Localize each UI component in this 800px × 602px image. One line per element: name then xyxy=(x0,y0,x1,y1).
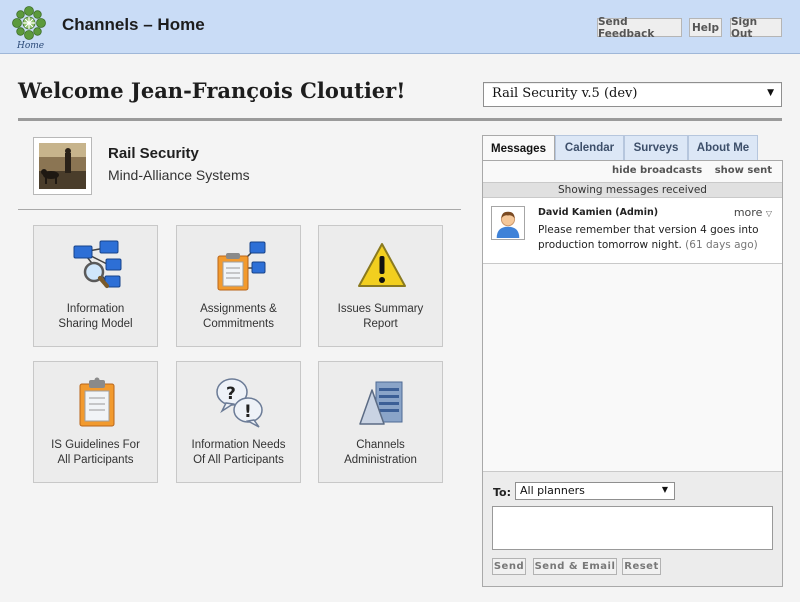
message-item[interactable]: David Kamien (Admin) more ▽ Please remem… xyxy=(483,198,782,264)
clipboard-icon xyxy=(79,377,115,427)
plan-thumbnail xyxy=(33,137,92,195)
welcome-heading: Welcome Jean-François Cloutier! xyxy=(18,78,406,103)
network-search-icon xyxy=(73,240,122,288)
tile-label: Of All Participants xyxy=(193,454,284,466)
tile-information-needs[interactable]: ? ! Information Needs Of All Participant… xyxy=(176,361,301,483)
tile-label: IS Guidelines For xyxy=(51,439,140,451)
tile-channels-administration[interactable]: Channels Administration xyxy=(318,361,443,483)
plan-organization: Mind-Alliance Systems xyxy=(108,167,250,183)
divider xyxy=(18,209,461,210)
messages-panel: hide broadcasts show sent Showing messag… xyxy=(482,160,783,587)
tile-label: All Participants xyxy=(57,454,134,466)
tile-label: Report xyxy=(363,318,398,330)
message-age: (61 days ago) xyxy=(685,239,758,251)
recipient-value: All planners xyxy=(520,484,585,497)
server-icon xyxy=(359,381,403,425)
messages-status: Showing messages received xyxy=(483,182,782,198)
page-title: Channels – Home xyxy=(62,15,205,34)
tile-label: Information Needs xyxy=(191,439,286,451)
plan-name: Rail Security xyxy=(108,145,199,162)
user-icon xyxy=(496,211,520,239)
tile-label: Channels xyxy=(356,439,405,451)
message-sender: David Kamien (Admin) xyxy=(538,207,659,218)
to-label: To: xyxy=(493,486,511,499)
home-label[interactable]: Home xyxy=(17,41,44,51)
tile-is-guidelines[interactable]: IS Guidelines For All Participants xyxy=(33,361,158,483)
more-label: more xyxy=(733,206,763,219)
avatar xyxy=(491,206,525,240)
svg-text:!: ! xyxy=(244,402,252,422)
plan-selector[interactable]: Rail Security v.5 (dev) ▼ xyxy=(483,82,782,107)
tile-label: Assignments & xyxy=(200,303,277,315)
svg-text:?: ? xyxy=(226,384,236,404)
tile-assignments-commitments[interactable]: Assignments & Commitments xyxy=(176,225,301,347)
tab-about-me[interactable]: About Me xyxy=(688,135,758,160)
assignments-icon xyxy=(217,241,266,291)
warning-icon xyxy=(358,243,406,287)
panel-links: hide broadcasts show sent xyxy=(603,165,772,176)
tab-messages[interactable]: Messages xyxy=(482,135,555,161)
send-email-button[interactable]: Send & Email xyxy=(533,558,617,575)
tile-label: Information xyxy=(66,303,125,315)
sign-out-button[interactable]: Sign Out xyxy=(730,16,782,40)
recipient-select[interactable]: All planners ▼ xyxy=(515,482,675,500)
plan-photo-icon xyxy=(39,143,86,189)
header-bar: Home Channels – Home Send Feedback Help … xyxy=(0,0,800,54)
tile-issues-summary-report[interactable]: Issues Summary Report xyxy=(318,225,443,347)
help-button[interactable]: Help xyxy=(689,18,722,37)
chevron-down-icon: ▽ xyxy=(765,209,772,218)
message-textarea[interactable] xyxy=(492,506,773,550)
reset-button[interactable]: Reset xyxy=(622,558,661,575)
tile-label: Issues Summary xyxy=(337,303,424,315)
tile-label: Sharing Model xyxy=(58,318,133,330)
tile-label: Commitments xyxy=(203,318,274,330)
show-sent-link[interactable]: show sent xyxy=(715,165,772,176)
hide-broadcasts-link[interactable]: hide broadcasts xyxy=(612,165,702,176)
tile-label: Administration xyxy=(344,454,417,466)
messages-tabs: Messages Calendar Surveys About Me xyxy=(482,135,758,161)
tile-information-sharing-model[interactable]: Information Sharing Model xyxy=(33,225,158,347)
question-bubbles-icon: ? ! xyxy=(216,378,263,428)
message-more-toggle[interactable]: more ▽ xyxy=(734,206,772,219)
home-logo-icon[interactable] xyxy=(12,6,46,40)
tab-calendar[interactable]: Calendar xyxy=(555,135,624,160)
compose-area: To: All planners ▼ Send Send & Email Res… xyxy=(483,471,782,586)
plan-selector-value: Rail Security v.5 (dev) xyxy=(492,86,638,101)
send-feedback-button[interactable]: Send Feedback xyxy=(597,16,682,40)
divider xyxy=(18,118,782,121)
dropdown-arrow-icon: ▼ xyxy=(661,485,668,494)
tab-surveys[interactable]: Surveys xyxy=(624,135,688,160)
dropdown-arrow-icon: ▼ xyxy=(767,88,774,98)
send-button[interactable]: Send xyxy=(492,558,526,575)
message-body: Please remember that version 4 goes into… xyxy=(538,223,768,253)
